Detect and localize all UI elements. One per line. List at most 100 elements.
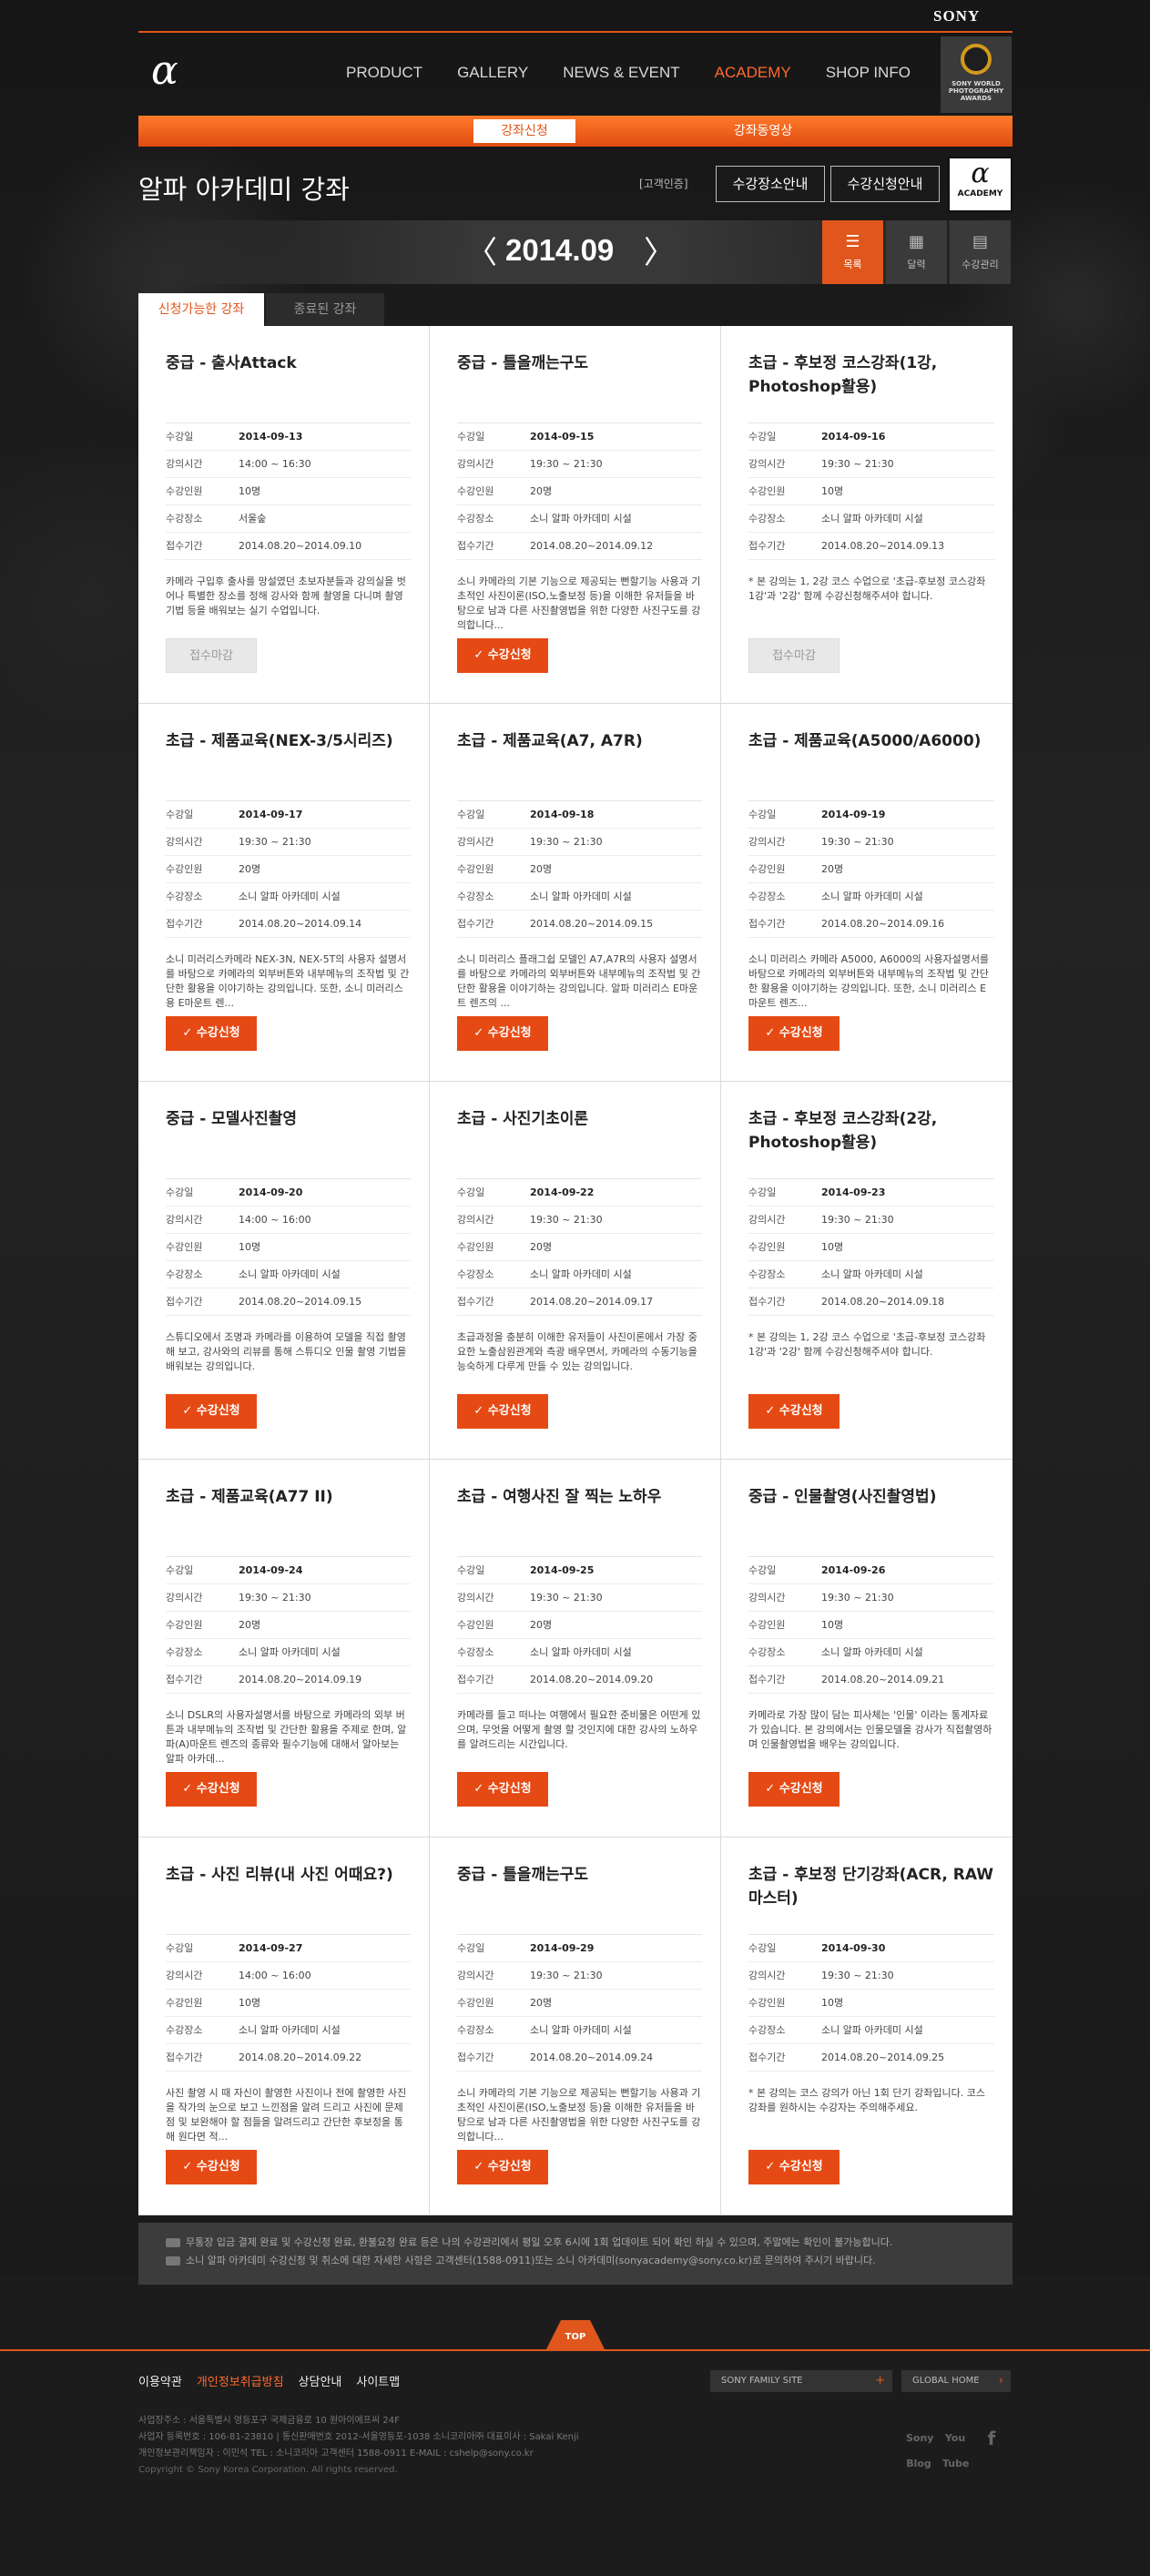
sony-logo[interactable]: SONY (933, 7, 980, 25)
info-row-time: 강의시간 19:30 ~ 21:30 (457, 1207, 702, 1234)
course-title[interactable]: 초급 - 제품교육(A7, A7R) (457, 729, 702, 789)
apply-button[interactable]: ✓ 수강신청 (166, 1016, 257, 1051)
view-calendar-button[interactable]: ▦ 달력 (885, 220, 947, 284)
course-title[interactable]: 중급 - 모델사진촬영 (166, 1107, 411, 1167)
view-list-button[interactable]: ☰ 목록 (821, 220, 883, 284)
location-guide-button[interactable]: 수강장소안내 (716, 166, 825, 202)
footer-link-consult[interactable]: 상담안내 (299, 2372, 342, 2389)
sony-blog-icon[interactable]: Sony Blog (906, 2426, 933, 2469)
customer-cert-label[interactable]: [고객인증] (639, 176, 688, 191)
button-label: 수강신청 (487, 1404, 532, 1418)
tab-ended-courses[interactable]: 종료된 강좌 (266, 293, 384, 326)
course-card: 초급 - 사진 리뷰(내 사진 어때요?) 수강일 2014-09-27 강의시간 14… (138, 1838, 430, 2215)
apply-button[interactable]: ✓ 수강신청 (166, 2150, 257, 2184)
info-label: 접수기간 (457, 540, 494, 552)
info-label: 강의시간 (457, 458, 494, 470)
apply-button[interactable]: ✓ 수강신청 (748, 1016, 840, 1051)
course-title[interactable]: 초급 - 후보정 단기강좌(ACR, RAW 마스터) (748, 1863, 994, 1923)
info-row-time: 강의시간 19:30 ~ 21:30 (166, 829, 411, 856)
course-title[interactable]: 중급 - 틀을깨는구도 (457, 351, 702, 412)
family-site-select[interactable]: SONY FAMILY SITE + (710, 2370, 892, 2392)
info-label: 수강장소 (748, 1646, 786, 1658)
top-divider (138, 31, 1013, 33)
course-title[interactable]: 초급 - 제품교육(A77 II) (166, 1485, 411, 1545)
info-value: 2014.08.20~2014.09.15 (530, 918, 654, 930)
view-manage-button[interactable]: ▤ 수강관리 (949, 220, 1011, 284)
info-row-time: 강의시간 14:00 ~ 16:30 (166, 451, 411, 478)
nav-academy[interactable]: ACADEMY (715, 64, 791, 82)
nav-news-event[interactable]: NEWS & EVENT (563, 64, 679, 82)
info-label: 강의시간 (748, 1592, 786, 1604)
info-label: 수강장소 (748, 891, 786, 902)
course-title[interactable]: 중급 - 출사Attack (166, 351, 411, 412)
info-value: 소니 알파 아카데미 시설 (239, 1268, 341, 1280)
apply-button[interactable]: ✓ 수강신청 (457, 1016, 548, 1051)
next-month-icon[interactable]: 〉 (644, 235, 675, 271)
button-label: 수강신청 (196, 1404, 240, 1418)
info-value: 소니 알파 아카데미 시설 (821, 2024, 923, 2036)
info-label: 수강인원 (457, 863, 494, 875)
info-label: 수강인원 (748, 1241, 786, 1253)
info-row-capacity: 수강인원 10명 (748, 1990, 994, 2017)
apply-button[interactable]: ✓ 수강신청 (166, 1394, 257, 1429)
course-title[interactable]: 중급 - 틀을깨는구도 (457, 1863, 702, 1923)
youtube-icon[interactable]: You Tube (942, 2426, 969, 2469)
footer-link-sitemap[interactable]: 사이트맵 (356, 2372, 400, 2389)
info-value: 2014.08.20~2014.09.12 (530, 540, 654, 552)
nav-gallery[interactable]: GALLERY (457, 64, 528, 82)
apply-button[interactable]: ✓ 수강신청 (748, 2150, 840, 2184)
page-title: 알파 아카데미 강좌 (138, 174, 350, 205)
check-icon: ✓ (473, 648, 488, 662)
facebook-icon[interactable]: f (979, 2426, 1004, 2451)
info-label: 수강인원 (166, 485, 203, 497)
prev-month-icon[interactable]: 〈 (466, 235, 497, 271)
alpha-logo[interactable]: α (151, 44, 178, 98)
info-label: 수강인원 (457, 1997, 494, 2009)
apply-button[interactable]: ✓ 수강신청 (457, 2150, 548, 2184)
global-home-select[interactable]: GLOBAL HOME › (901, 2370, 1011, 2392)
course-title[interactable]: 중급 - 인물촬영(사진촬영법) (748, 1485, 994, 1545)
photography-awards-badge[interactable]: SONY WORLD PHOTOGRAPHY AWARDS (941, 36, 1012, 113)
info-label: 접수기간 (166, 918, 203, 930)
info-label: 수강인원 (166, 1241, 203, 1253)
apply-guide-button[interactable]: 수강신청안내 (830, 166, 940, 202)
view-manage-label: 수강관리 (962, 259, 999, 270)
info-label: 강의시간 (166, 1592, 203, 1604)
tab-course-video[interactable]: 강좌동영상 (712, 119, 814, 143)
nav-shop-info[interactable]: SHOP INFO (826, 64, 911, 82)
apply-button[interactable]: ✓ 수강신청 (457, 1394, 548, 1429)
course-grid: 중급 - 출사Attack 수강일 2014-09-13 강의시간 14:00 ~ 16… (138, 326, 1013, 2215)
closed-button[interactable]: 접수마감 (748, 638, 840, 673)
closed-button[interactable]: 접수마감 (166, 638, 257, 673)
course-title[interactable]: 초급 - 후보정 코스강좌(1강, Photoshop활용) (748, 351, 994, 412)
scroll-top-button[interactable]: TOP (546, 2320, 605, 2349)
apply-button[interactable]: ✓ 수강신청 (748, 1394, 840, 1429)
info-label: 수강인원 (166, 863, 203, 875)
nav-product[interactable]: PRODUCT (346, 64, 422, 82)
info-label: 접수기간 (748, 2052, 786, 2063)
info-label: 강의시간 (166, 1214, 203, 1226)
course-title[interactable]: 초급 - 사진 리뷰(내 사진 어때요?) (166, 1863, 411, 1923)
apply-button[interactable]: ✓ 수강신청 (457, 638, 548, 673)
info-row-date: 수강일 2014-09-27 (166, 1935, 411, 1962)
tab-available-courses[interactable]: 신청가능한 강좌 (138, 293, 264, 326)
course-card: 중급 - 인물촬영(사진촬영법) 수강일 2014-09-26 강의시간 19:30 ~… (721, 1460, 1013, 1838)
course-card: 초급 - 후보정 코스강좌(2강, Photoshop활용) 수강일 2014-09… (721, 1082, 1013, 1460)
apply-button[interactable]: ✓ 수강신청 (457, 1772, 548, 1807)
apply-button[interactable]: ✓ 수강신청 (748, 1772, 840, 1807)
info-value: 19:30 ~ 21:30 (821, 1214, 894, 1226)
info-value: 19:30 ~ 21:30 (821, 458, 894, 470)
course-description: 카메라를 들고 떠나는 여행에서 필요한 준비물은 어떤게 있으며, 무엇을 어… (457, 1709, 701, 1750)
course-title[interactable]: 초급 - 사진기초이론 (457, 1107, 702, 1167)
footer-link-privacy[interactable]: 개인정보취급방침 (197, 2372, 284, 2389)
tab-course-apply[interactable]: 강좌신청 (473, 119, 575, 143)
course-title[interactable]: 초급 - 제품교육(NEX-3/5시리즈) (166, 729, 411, 789)
footer-link-terms[interactable]: 이용약관 (138, 2372, 182, 2389)
info-label: 수강일 (748, 1186, 777, 1198)
course-title[interactable]: 초급 - 후보정 코스강좌(2강, Photoshop활용) (748, 1107, 994, 1167)
apply-button[interactable]: ✓ 수강신청 (166, 1772, 257, 1807)
course-title[interactable]: 초급 - 여행사진 잘 찍는 노하우 (457, 1485, 702, 1545)
course-description: 소니 미러리스카메라 NEX-3N, NEX-5T의 사용자 설명서를 바탕으로… (166, 953, 410, 1009)
info-value: 2014-09-29 (530, 1942, 595, 1954)
course-title[interactable]: 초급 - 제품교육(A5000/A6000) (748, 729, 994, 789)
